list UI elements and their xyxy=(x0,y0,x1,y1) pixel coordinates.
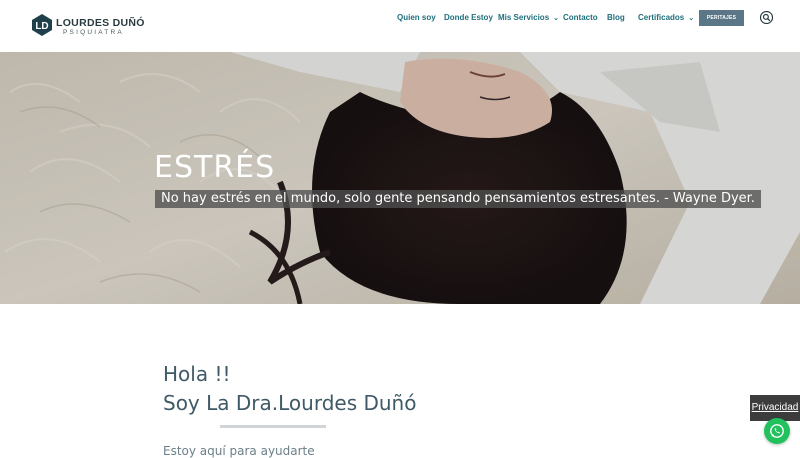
nav-item-blog[interactable]: Blog xyxy=(607,13,625,27)
chevron-down-icon: ⌄ xyxy=(688,15,695,22)
brand-name: LOURDES DUÑÓ xyxy=(56,17,145,29)
hero-title: ESTRÉS xyxy=(154,150,276,185)
hero-quote: No hay estrés en el mundo, solo gente pe… xyxy=(155,190,761,208)
site-header: LD LOURDES DUÑÓ PSIQUIATRA Quien soy Don… xyxy=(0,0,800,53)
greeting-heading: Hola !! xyxy=(163,362,231,386)
chevron-down-icon: ⌄ xyxy=(553,15,560,22)
nav-item-certificados[interactable]: Certificados ⌄ xyxy=(638,13,694,27)
peritajes-button[interactable]: PERITAJES xyxy=(699,10,744,26)
section-divider xyxy=(220,425,326,428)
nav-item-mis-servicios[interactable]: Mis Servicios ⌄ xyxy=(498,13,559,27)
brand-subtitle: PSIQUIATRA xyxy=(63,29,124,36)
intro-heading: Soy La Dra.Lourdes Duñó xyxy=(163,391,417,415)
nav-item-quien-soy[interactable]: Quien soy xyxy=(397,13,436,27)
hero-banner: ESTRÉS No hay estrés en el mundo, solo g… xyxy=(0,52,800,304)
nav-item-certificados-label: Certificados xyxy=(638,13,685,22)
logo-mark-icon: LD xyxy=(32,14,52,36)
whatsapp-button[interactable] xyxy=(764,418,790,444)
nav-item-donde-estoy[interactable]: Donde Estoy xyxy=(444,13,493,27)
hero-background-image xyxy=(0,52,800,304)
whatsapp-icon xyxy=(770,424,784,438)
nav-item-mis-servicios-label: Mis Servicios xyxy=(498,13,550,22)
intro-subtext: Estoy aquí para ayudarte xyxy=(163,444,315,458)
brand-logo[interactable]: LD LOURDES DUÑÓ PSIQUIATRA xyxy=(30,13,150,39)
logo-initials: LD xyxy=(35,21,48,32)
nav-item-contacto[interactable]: Contacto xyxy=(563,13,598,27)
search-icon[interactable] xyxy=(760,11,773,24)
